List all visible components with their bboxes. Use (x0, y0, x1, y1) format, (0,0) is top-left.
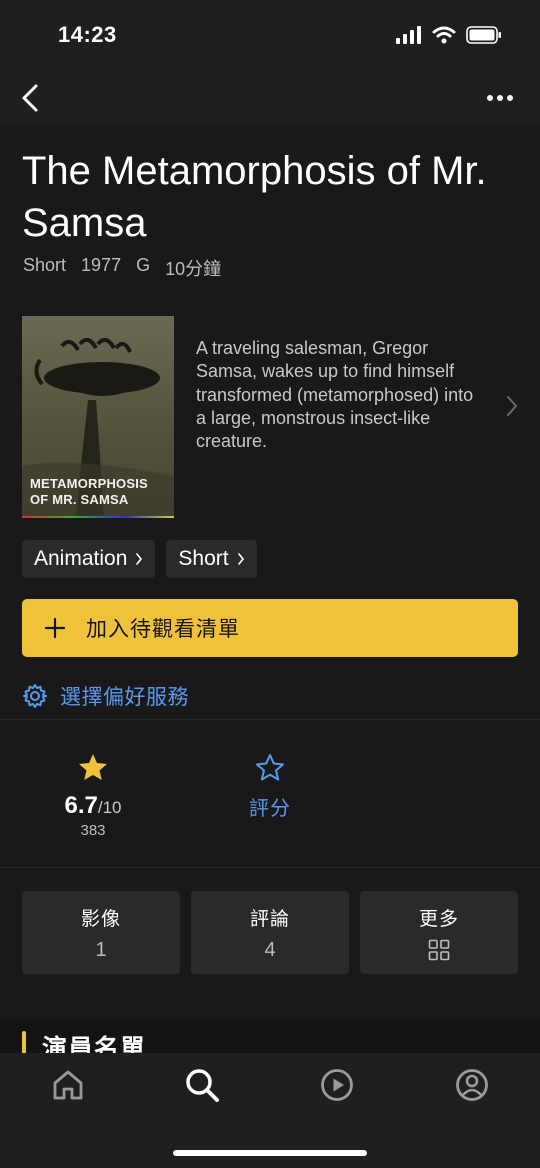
page-title-line2: Samsa (22, 201, 147, 245)
tab-profile[interactable] (447, 1063, 497, 1107)
plot-summary[interactable]: A traveling salesman, Gregor Samsa, wake… (196, 337, 481, 453)
poster-caption-line2: OF MR. SAMSA (30, 492, 129, 507)
more-horizontal-icon (487, 95, 513, 101)
chevron-left-icon (22, 84, 38, 112)
tab-video[interactable] (312, 1063, 362, 1107)
signal-icon (396, 26, 421, 44)
meta-type: Short (23, 255, 67, 275)
grid-icon (428, 939, 450, 961)
tile-more[interactable]: 更多 (360, 891, 518, 974)
meta-rating: G (136, 255, 151, 275)
tab-home[interactable] (43, 1063, 93, 1107)
plot-more-button[interactable] (502, 393, 522, 419)
star-outline-icon (256, 754, 284, 781)
tile-count: 1 (95, 938, 107, 961)
tile-count: 4 (264, 938, 276, 961)
title-metadata: Short 1977 G 10分鐘 (23, 255, 221, 281)
page-title-line1: The Metamorphosis of Mr. (22, 149, 487, 193)
meta-year: 1977 (81, 255, 122, 275)
battery-icon (466, 26, 501, 44)
tile-label: 影像 (80, 908, 121, 930)
poster-image[interactable]: METAMORPHOSIS OF MR. SAMSA (22, 316, 174, 518)
chevron-right-icon (507, 396, 517, 416)
poster-caption: METAMORPHOSIS OF MR. SAMSA (30, 476, 148, 508)
poster-caption-line1: METAMORPHOSIS (30, 476, 148, 491)
poster-color-strip (22, 516, 174, 518)
rate-label: 評分 (249, 798, 291, 820)
search-icon (186, 1069, 219, 1102)
tile-label: 評論 (249, 908, 290, 930)
profile-icon (456, 1069, 488, 1101)
nav-bar (0, 70, 540, 127)
star-filled-icon (79, 754, 107, 780)
chevron-right-icon (136, 553, 143, 565)
select-preferred-services-link[interactable]: 選擇偏好服務 (22, 681, 189, 711)
bottom-tab-bar (0, 1053, 540, 1168)
tile-images[interactable]: 影像 1 (22, 891, 180, 974)
genre-chip-label: Short (178, 547, 229, 570)
tile-label: 更多 (418, 909, 459, 930)
status-time: 14:23 (58, 22, 117, 47)
back-button[interactable] (8, 76, 52, 120)
genre-chip-label: Animation (34, 547, 128, 570)
title-detail-content: The Metamorphosis of Mr. Samsa Short 197… (0, 127, 540, 1053)
divider (0, 719, 540, 720)
watchlist-label: 加入待觀看清單 (86, 618, 240, 641)
tab-search[interactable] (177, 1063, 227, 1107)
meta-duration: 10分鐘 (165, 259, 222, 279)
cast-title: 演員名單 (42, 1035, 147, 1053)
imdb-rating[interactable]: 6.7/10 383 (55, 753, 131, 839)
chevron-right-icon (237, 553, 244, 565)
plus-icon (44, 617, 66, 639)
cast-section-header: 演員名單 (0, 1019, 540, 1053)
preferences-label: 選擇偏好服務 (60, 686, 189, 709)
home-icon (53, 1070, 83, 1100)
tile-reviews[interactable]: 評論 4 (191, 891, 349, 974)
divider (0, 867, 540, 868)
rating-count: 383 (80, 822, 106, 839)
rating-value: 6.7 (64, 792, 98, 819)
genre-chip-animation[interactable]: Animation (22, 540, 156, 578)
genre-chips: Animation Short (22, 540, 257, 578)
status-icons (396, 26, 502, 44)
more-options-button[interactable] (478, 76, 522, 120)
add-to-watchlist-button[interactable]: 加入待觀看清單 (22, 599, 518, 657)
play-circle-icon (321, 1069, 353, 1101)
gear-icon (23, 684, 47, 708)
page-title: The Metamorphosis of Mr. Samsa (22, 145, 522, 249)
rate-button[interactable]: 評分 (236, 753, 304, 821)
media-tiles: 影像 1 評論 4 更多 (22, 891, 518, 974)
rating-max: /10 (97, 798, 122, 817)
section-accent-bar (22, 1031, 26, 1053)
wifi-icon (432, 26, 456, 44)
home-indicator (173, 1150, 367, 1156)
rating-score: 6.7/10 (55, 792, 131, 820)
status-bar: 14:23 (0, 0, 540, 70)
genre-chip-short[interactable]: Short (166, 540, 257, 578)
